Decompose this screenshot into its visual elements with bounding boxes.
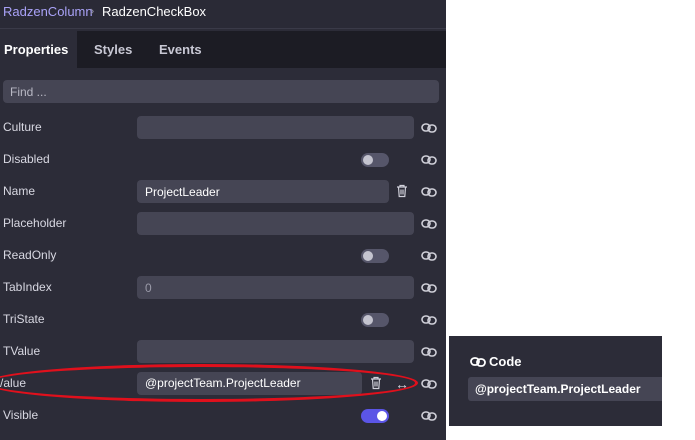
link-icon[interactable] <box>421 281 437 295</box>
property-label: Name <box>3 184 36 198</box>
link-icon[interactable] <box>421 313 437 327</box>
link-icon[interactable] <box>421 185 437 199</box>
culture-field[interactable] <box>137 116 414 139</box>
property-row-placeholder: Placeholder <box>0 208 446 240</box>
link-icon[interactable] <box>421 345 437 359</box>
tvalue-field[interactable] <box>137 340 414 363</box>
toggle-knob <box>377 411 387 421</box>
toggle-knob <box>363 155 373 165</box>
toggle-knob <box>363 251 373 261</box>
property-row-name: Name <box>0 176 446 208</box>
property-row-visible: Visible <box>0 400 446 432</box>
breadcrumb: RadzenColumn › RadzenCheckBox <box>0 0 446 29</box>
code-value[interactable]: @projectTeam.ProjectLeader <box>468 377 662 401</box>
placeholder-field[interactable] <box>137 212 414 235</box>
code-panel: Code @projectTeam.ProjectLeader <box>449 336 662 426</box>
breadcrumb-parent[interactable]: RadzenColumn <box>3 4 93 19</box>
property-label: Disabled <box>3 152 50 166</box>
property-label: Placeholder <box>3 216 67 230</box>
breadcrumb-current: RadzenCheckBox <box>102 4 207 19</box>
tristate-toggle[interactable] <box>361 313 389 327</box>
readonly-toggle[interactable] <box>361 249 389 263</box>
link-icon[interactable] <box>421 217 437 231</box>
property-row-tristate: TriState <box>0 304 446 336</box>
property-row-tabindex: TabIndex <box>0 272 446 304</box>
link-icon[interactable] <box>421 409 437 423</box>
name-field[interactable] <box>137 180 389 203</box>
chevron-right-icon: › <box>90 3 95 18</box>
properties-panel: RadzenColumn › RadzenCheckBox Properties… <box>0 0 446 440</box>
property-label: Visible <box>3 408 39 422</box>
highlight-ellipse <box>0 364 418 402</box>
tab-properties-label: Properties <box>4 42 69 57</box>
property-label: TValue <box>3 344 41 358</box>
property-row-disabled: Disabled <box>0 144 446 176</box>
find-input[interactable] <box>3 80 439 103</box>
toggle-knob <box>363 315 373 325</box>
property-label: Culture <box>3 120 42 134</box>
property-label: ReadOnly <box>3 248 57 262</box>
link-icon[interactable] <box>421 377 437 391</box>
link-icon[interactable] <box>421 121 437 135</box>
tab-bar: Properties Styles Events <box>0 31 446 68</box>
property-label: TriState <box>3 312 45 326</box>
tabindex-field[interactable] <box>137 276 414 299</box>
disabled-toggle[interactable] <box>361 153 389 167</box>
property-row-readonly: ReadOnly <box>0 240 446 272</box>
link-icon <box>470 357 486 367</box>
visible-toggle[interactable] <box>361 409 389 423</box>
tab-styles[interactable]: Styles <box>94 31 132 68</box>
code-panel-title: Code <box>489 354 522 369</box>
link-icon[interactable] <box>421 153 437 167</box>
link-icon[interactable] <box>421 249 437 263</box>
trash-icon[interactable] <box>396 184 408 198</box>
tab-properties[interactable]: Properties <box>0 31 77 68</box>
property-label: TabIndex <box>3 280 52 294</box>
tab-events[interactable]: Events <box>159 31 202 68</box>
property-row-culture: Culture <box>0 112 446 144</box>
